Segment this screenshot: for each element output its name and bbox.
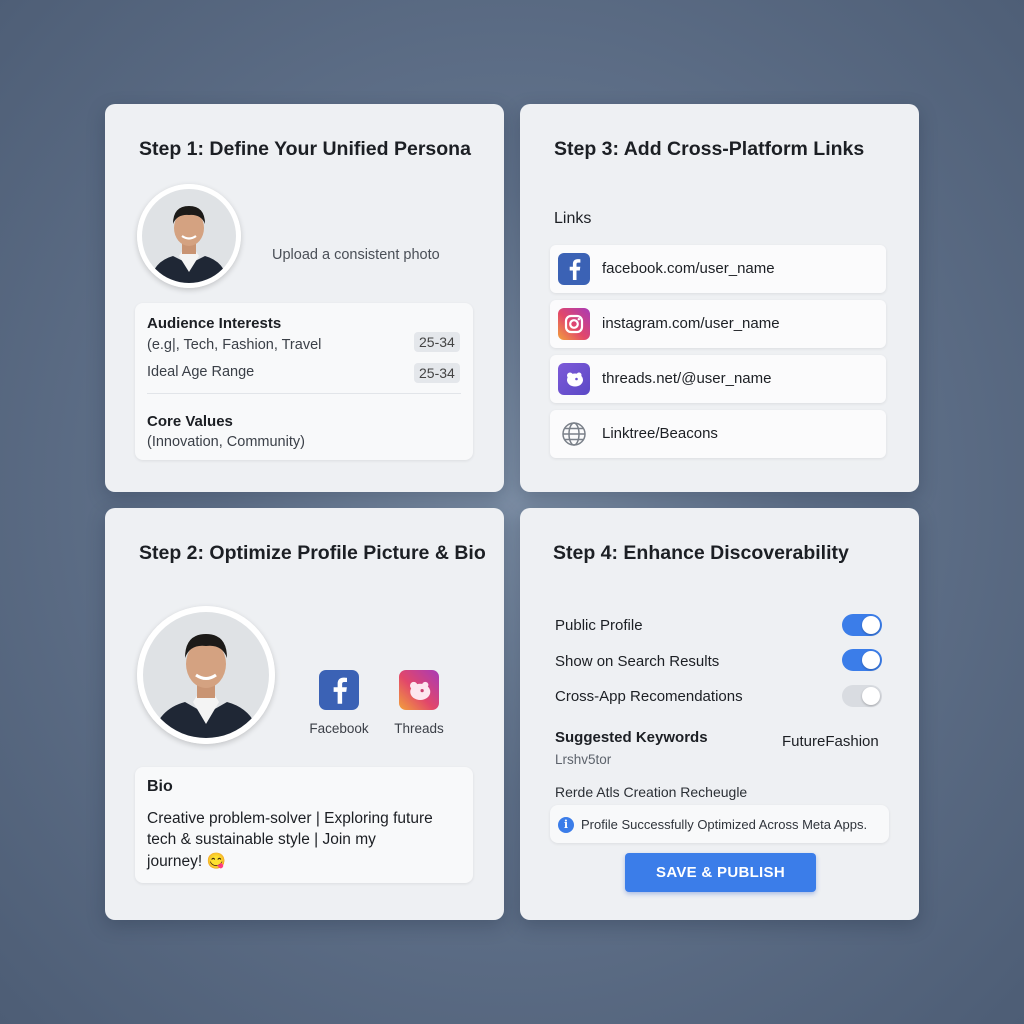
facebook-icon (558, 253, 590, 285)
platform-facebook[interactable]: Facebook (305, 670, 373, 740)
audience-interests-label: Audience Interests (147, 315, 282, 332)
success-banner: i Profile Successfully Optimized Across … (550, 805, 889, 843)
link-text[interactable]: Linktree/Beacons (602, 425, 718, 442)
avatar-upload[interactable] (137, 184, 241, 288)
link-row-threads[interactable]: threads.net/@user_name (550, 355, 886, 403)
step2-title: Step 2: Optimize Profile Picture & Bio (139, 542, 486, 564)
link-row-instagram[interactable]: instagram.com/user_name (550, 300, 886, 348)
search-results-label: Show on Search Results (555, 653, 720, 670)
link-row-linktree[interactable]: Linktree/Beacons (550, 410, 886, 458)
platform-label: Facebook (309, 721, 369, 736)
bio-text-line[interactable]: Creative problem-solver | Exploring futu… (147, 810, 433, 828)
threads-icon (399, 670, 439, 710)
step4-card: Step 4: Enhance Discoverability Public P… (520, 508, 919, 920)
divider (147, 393, 461, 394)
link-text[interactable]: threads.net/@user_name (602, 370, 772, 387)
public-profile-label: Public Profile (555, 617, 643, 634)
step3-title: Step 3: Add Cross-Platform Links (554, 138, 865, 160)
link-text[interactable]: facebook.com/user_name (602, 260, 775, 277)
step3-card: Step 3: Add Cross-Platform Links Links f… (520, 104, 919, 492)
success-message: Profile Successfully Optimized Across Me… (581, 817, 868, 832)
link-text[interactable]: instagram.com/user_name (602, 315, 780, 332)
link-row-facebook[interactable]: facebook.com/user_name (550, 245, 886, 293)
cross-app-label: Cross-App Recomendations (555, 688, 743, 705)
persona-details-panel: Audience Interests (e.g|, Tech, Fashion,… (135, 303, 473, 460)
upload-photo-text[interactable]: Upload a consistent photo (272, 247, 440, 263)
toggle-knob (862, 616, 880, 634)
audience-interests-field[interactable]: (e.g|, Tech, Fashion, Travel (147, 337, 321, 353)
info-icon: i (558, 817, 574, 833)
platform-threads[interactable]: Threads (385, 670, 453, 740)
core-values-label: Core Values (147, 413, 233, 430)
search-results-toggle[interactable] (842, 649, 882, 671)
threads-icon (558, 363, 590, 395)
save-publish-button[interactable]: SAVE & PUBLISH (625, 853, 816, 892)
step1-title: Step 1: Define Your Unified Persona (139, 138, 471, 160)
bio-text-line[interactable]: tech & sustainable style | Join my (147, 831, 376, 849)
facebook-icon (319, 670, 359, 710)
cross-app-toggle[interactable] (842, 685, 882, 707)
links-label: Links (554, 210, 592, 227)
step2-card: Step 2: Optimize Profile Picture & Bio F… (105, 508, 504, 920)
platform-label: Threads (394, 721, 444, 736)
suggested-keywords-label: Suggested Keywords (555, 729, 708, 746)
bio-text-line[interactable]: journey! 😋 (147, 852, 226, 871)
public-profile-toggle[interactable] (842, 614, 882, 636)
instagram-icon (558, 308, 590, 340)
step1-card: Step 1: Define Your Unified Persona Uplo… (105, 104, 504, 492)
audience-age-badge: 25-34 (414, 332, 460, 352)
core-values-field[interactable]: (Innovation, Community) (147, 434, 305, 450)
ideal-age-range-label: Ideal Age Range (147, 364, 255, 380)
age-range-badge[interactable]: 25-34 (414, 363, 460, 383)
bio-label: Bio (147, 778, 173, 795)
bio-panel[interactable]: Bio Creative problem-solver | Exploring … (135, 767, 473, 883)
profile-picture[interactable] (137, 606, 275, 744)
toggle-knob (862, 687, 880, 705)
globe-icon (558, 418, 590, 450)
keyword-tag[interactable]: FutureFashion (782, 733, 879, 750)
step4-title: Step 4: Enhance Discoverability (553, 542, 849, 564)
creation-schedule-text: Rerde Atls Creation Recheugle (555, 784, 748, 800)
toggle-knob (862, 651, 880, 669)
keyword-subtext: Lrshv5tor (555, 752, 612, 767)
